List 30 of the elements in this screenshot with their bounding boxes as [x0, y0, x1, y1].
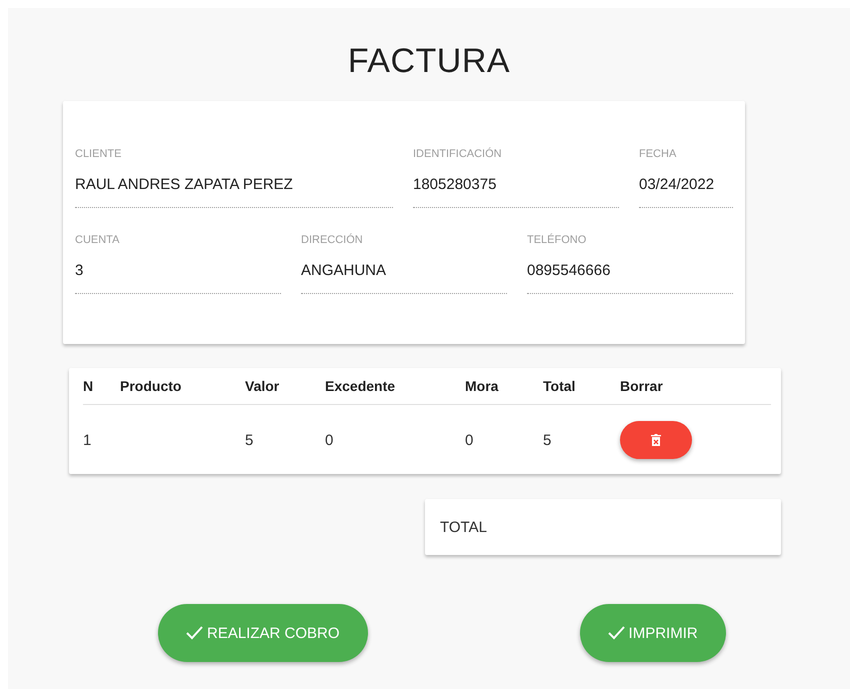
- field-label: CLIENTE: [75, 148, 122, 162]
- delete-button[interactable]: [620, 421, 692, 459]
- column-header: Producto: [120, 378, 182, 394]
- column-header: Mora: [465, 378, 500, 394]
- table-cell-text: 5: [543, 432, 552, 448]
- input-field[interactable]: ANGAHUNA: [301, 248, 507, 294]
- column-header: Borrar: [620, 378, 664, 394]
- field-label: IDENTIFICACIÓN: [413, 148, 503, 162]
- total-label: TOTAL: [440, 518, 487, 536]
- table-cell-text: 5: [245, 432, 254, 448]
- field-label: TELÉFONO: [527, 234, 588, 248]
- column-header: N: [83, 378, 94, 394]
- table-cell-text: 0: [465, 432, 474, 448]
- input-field[interactable]: RAUL ANDRES ZAPATA PEREZ: [75, 162, 393, 208]
- trash-icon: [651, 434, 661, 446]
- field-label: FECHA: [639, 148, 678, 162]
- table-cell-text: 1: [83, 432, 92, 448]
- input-field[interactable]: 1805280375: [413, 162, 619, 208]
- column-header: Valor: [245, 378, 280, 394]
- input-field[interactable]: 3: [75, 248, 281, 294]
- input-field[interactable]: 03/24/2022: [639, 162, 733, 208]
- field-label: CUENTA: [75, 234, 120, 248]
- check-icon: [186, 626, 203, 640]
- input-field[interactable]: 0895546666: [527, 248, 733, 294]
- table-cell-text: 0: [325, 432, 334, 448]
- column-header: Total: [543, 378, 576, 394]
- check-icon: [608, 626, 625, 640]
- field-label: DIRECCIÓN: [301, 234, 364, 248]
- column-header: Excedente: [325, 378, 396, 394]
- page-title: FACTURA: [348, 42, 510, 81]
